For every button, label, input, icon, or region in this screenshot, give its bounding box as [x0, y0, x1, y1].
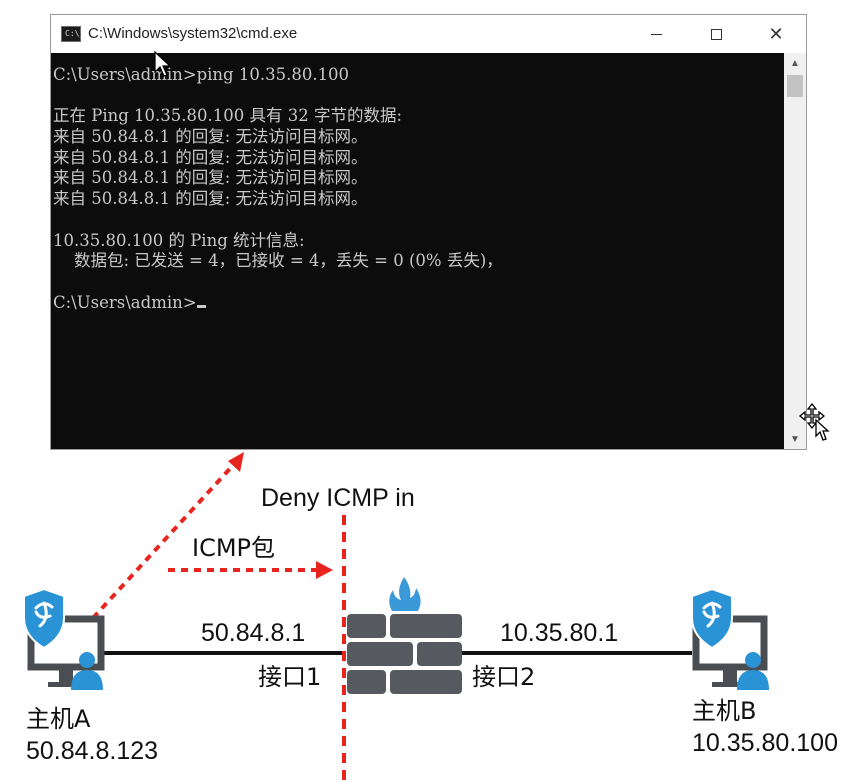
move-cursor-icon: [798, 402, 830, 441]
interface1-ip: 50.84.8.1: [201, 619, 306, 647]
host-a-name: 主机A: [26, 705, 91, 733]
network-diagram: [23, 50, 830, 780]
packet-label: ICMP包: [192, 534, 276, 562]
host-b-ip: 10.35.80.100: [692, 729, 838, 757]
host-b-icon: [691, 587, 769, 690]
icmp-packet-arrow-head: [316, 561, 333, 579]
host-a-ip: 50.84.8.123: [26, 737, 159, 765]
interface2-ip: 10.35.80.1: [500, 619, 619, 647]
reply-arrow-head: [228, 452, 244, 472]
firewall-icon: [347, 577, 462, 694]
rule-label: Deny ICMP in: [261, 484, 415, 512]
mouse-pointer-icon: [154, 50, 172, 77]
host-a-icon: [23, 587, 105, 690]
host-b-name: 主机B: [692, 697, 757, 725]
interface2-name: 接口2: [472, 663, 536, 691]
interface1-name: 接口1: [258, 663, 322, 691]
